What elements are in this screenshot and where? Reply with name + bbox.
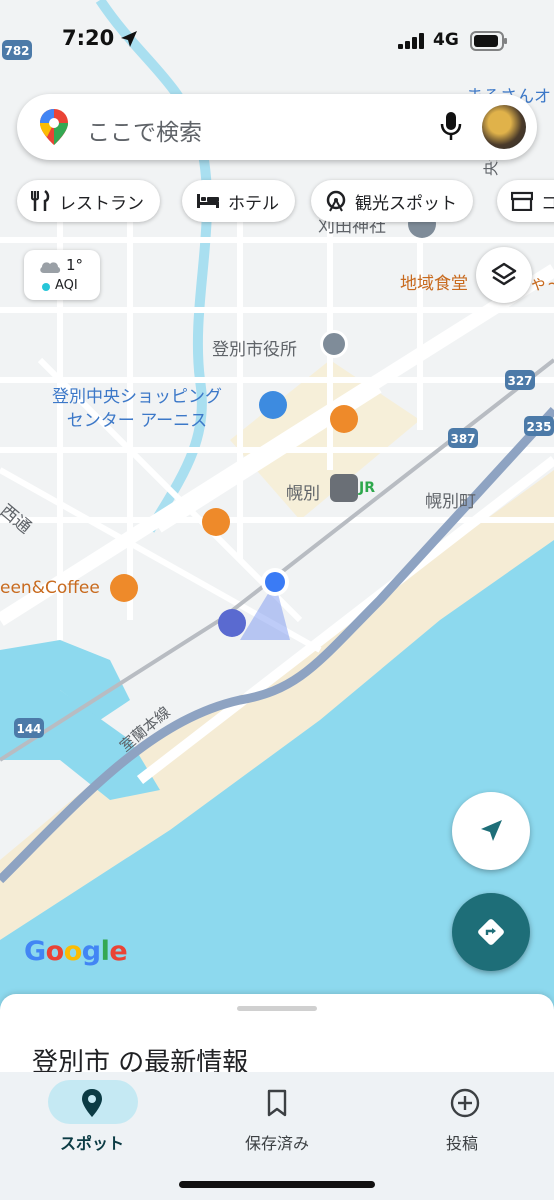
aqi-label: AQI <box>55 278 78 293</box>
train-station-icon[interactable] <box>330 474 358 502</box>
gas-station-icon[interactable] <box>218 609 246 637</box>
navigation-arrow-icon <box>481 820 502 841</box>
city-hall-marker-icon[interactable] <box>320 330 348 358</box>
weather-temp: 1° <box>66 256 84 274</box>
food-tail-label: ゃ~ <box>530 274 554 294</box>
city-hall-label: 登別市役所 <box>212 340 297 360</box>
aqi-dot-icon <box>42 283 50 291</box>
svg-text:144: 144 <box>16 722 41 736</box>
signal-icon <box>398 33 424 49</box>
chip-sightseeing[interactable]: 観光スポット <box>311 180 473 222</box>
battery-icon <box>470 31 507 51</box>
fork-knife-icon <box>31 190 50 211</box>
google-logo: Google <box>24 936 128 967</box>
station-label: 幌別 <box>286 484 320 504</box>
layers-icon <box>491 262 517 286</box>
nav-spots[interactable]: スポット <box>0 1072 184 1200</box>
chip-label: レストラン <box>59 193 144 214</box>
location-arrow-icon <box>121 31 137 47</box>
chip-shop[interactable]: コ <box>497 180 554 222</box>
network-type: 4G <box>433 30 459 50</box>
add-circle-icon <box>450 1088 480 1118</box>
nav-post[interactable]: 投稿 <box>370 1072 554 1200</box>
nav-label: 保存済み <box>244 1134 309 1153</box>
status-time: 7:20 <box>62 26 115 50</box>
cafe-label: een&Coffee <box>0 578 100 598</box>
svg-text:235: 235 <box>526 420 551 434</box>
weather-widget[interactable]: 1° AQI <box>24 250 100 300</box>
restaurant-icon[interactable] <box>330 405 358 433</box>
microphone-icon[interactable] <box>439 110 463 142</box>
directions-icon <box>478 919 504 945</box>
town-label: 幌別町 <box>425 492 476 512</box>
bed-icon <box>197 194 219 208</box>
my-location-button[interactable] <box>452 792 530 870</box>
nav-label: 投稿 <box>445 1134 478 1153</box>
status-bar: 7:20 4G <box>0 0 554 80</box>
food-label: 地域食堂 <box>400 274 468 294</box>
svg-text:387: 387 <box>450 432 475 446</box>
cafe-icon[interactable] <box>202 508 230 536</box>
sheet-drag-handle[interactable] <box>237 1006 317 1011</box>
mall-label: 登別中央ショッピング センター アーニス <box>52 387 222 431</box>
chip-hotel[interactable]: ホテル <box>182 180 295 222</box>
pin-icon <box>82 1089 102 1117</box>
search-input[interactable]: ここで検索 <box>87 113 202 147</box>
chip-label: コ <box>541 193 554 214</box>
search-bar[interactable]: ここで検索 <box>17 94 537 160</box>
ferris-wheel-icon <box>326 190 346 212</box>
chip-label: 観光スポット <box>355 193 457 214</box>
jr-label: JR <box>359 480 375 496</box>
cloud-icon <box>40 262 61 273</box>
nav-label: スポット <box>59 1134 124 1153</box>
bookmark-icon <box>267 1089 287 1117</box>
avatar[interactable] <box>482 105 526 149</box>
shopping-bag-icon[interactable] <box>259 391 287 419</box>
chip-label: ホテル <box>228 193 279 214</box>
cafe-icon[interactable] <box>110 574 138 602</box>
directions-button[interactable] <box>452 893 530 971</box>
chip-restaurant[interactable]: レストラン <box>17 180 160 222</box>
svg-text:327: 327 <box>507 374 532 388</box>
google-maps-pin-icon <box>40 109 68 145</box>
home-indicator[interactable] <box>179 1181 375 1188</box>
layers-button[interactable] <box>476 247 532 303</box>
shop-icon <box>511 191 533 211</box>
